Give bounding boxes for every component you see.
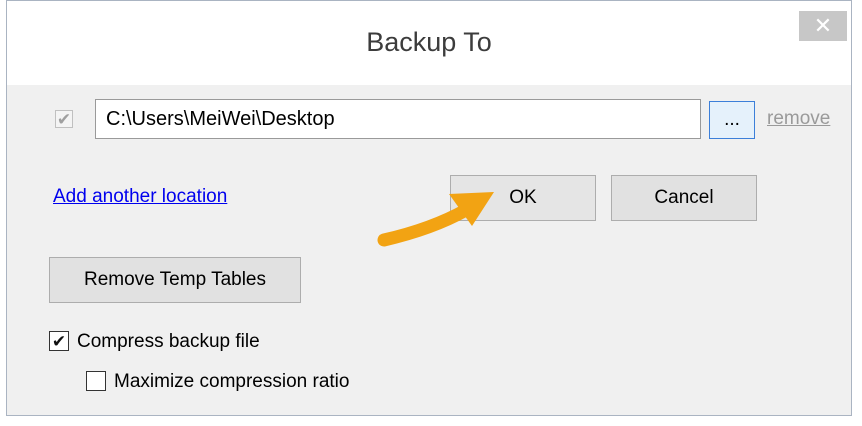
- arrow-icon: [377, 192, 494, 247]
- arrow-shape: [377, 192, 494, 247]
